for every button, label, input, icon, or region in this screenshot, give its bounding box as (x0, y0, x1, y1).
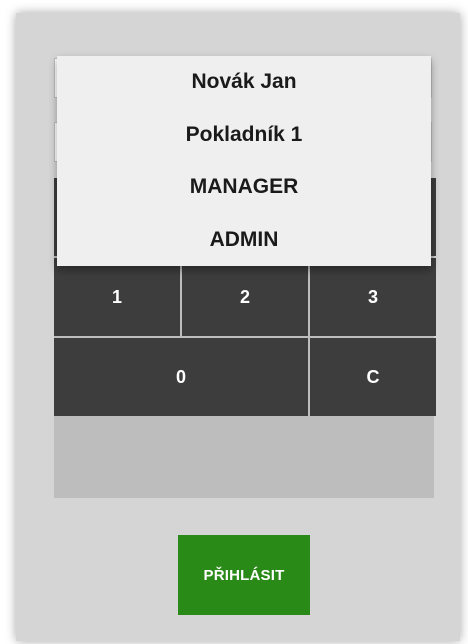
user-dropdown-menu: Novák Jan Pokladník 1 MANAGER ADMIN (57, 56, 431, 266)
dropdown-option-admin[interactable]: ADMIN (57, 214, 431, 267)
key-1[interactable]: 1 (54, 258, 180, 336)
dropdown-option-pokladnik-1[interactable]: Pokladník 1 (57, 109, 431, 162)
key-clear[interactable]: C (310, 338, 436, 416)
login-button[interactable]: PŘIHLÁSIT (178, 535, 310, 615)
key-3[interactable]: 3 (310, 258, 436, 336)
key-2[interactable]: 2 (182, 258, 308, 336)
key-0[interactable]: 0 (54, 338, 308, 416)
dropdown-option-novak-jan[interactable]: Novák Jan (57, 56, 431, 109)
dropdown-option-manager[interactable]: MANAGER (57, 161, 431, 214)
